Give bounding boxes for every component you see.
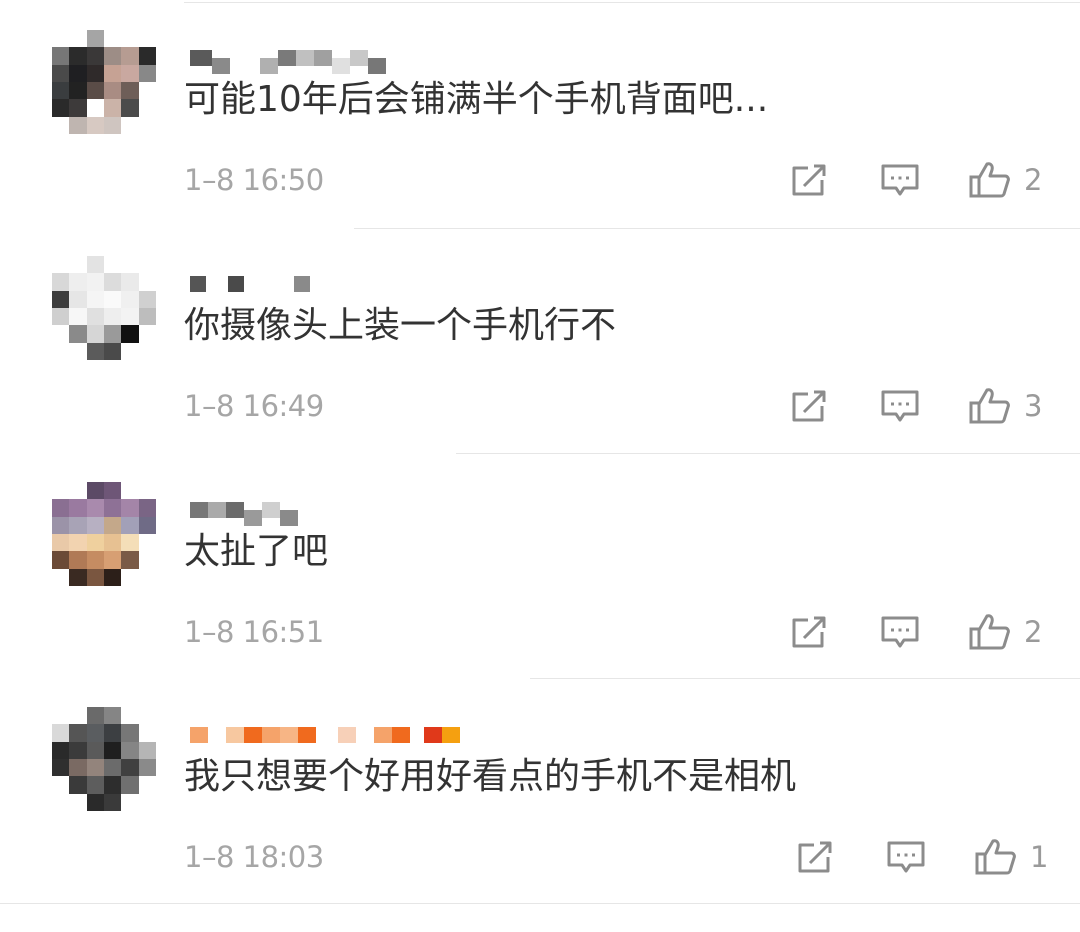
share-icon [792,164,826,196]
reply-button[interactable] [886,835,926,879]
divider [354,228,1080,229]
comment-text: 太扯了吧 [184,531,329,572]
username-blurred[interactable] [190,492,550,528]
like-count: 3 [1024,389,1043,423]
comment-bubble-icon [881,390,919,422]
comment-timestamp: 1–8 18:03 [184,840,324,874]
thumbs-up-icon [969,614,1010,650]
comment-item: 可能10年后会铺满半个手机背面吧... 1–8 16:50 2 [0,30,1080,255]
username-blurred[interactable] [190,40,550,76]
comment-text: 我只想要个好用好看点的手机不是相机 [184,756,797,797]
share-icon [798,841,832,873]
like-button[interactable]: 2 [968,610,1042,654]
divider [456,453,1080,454]
comment-timestamp: 1–8 16:49 [184,389,324,423]
share-button[interactable] [790,384,830,428]
comment-item: 我只想要个好用好看点的手机不是相机 1–8 18:03 1 [0,707,1080,932]
like-button[interactable]: 3 [968,384,1042,428]
share-icon [792,390,826,422]
thumbs-up-icon [969,162,1010,198]
like-button[interactable]: 1 [974,835,1048,879]
like-count: 2 [1024,615,1043,649]
username-blurred[interactable] [190,717,550,753]
reply-button[interactable] [880,384,920,428]
like-count: 2 [1024,163,1043,197]
avatar[interactable] [52,256,156,360]
thumbs-up-icon [975,839,1016,875]
reply-button[interactable] [880,158,920,202]
comment-item: 太扯了吧 1–8 16:51 2 [0,482,1080,707]
comment-timestamp: 1–8 16:50 [184,163,324,197]
comment-item: 你摄像头上装一个手机行不 1–8 16:49 3 [0,256,1080,481]
divider [184,2,1080,3]
comment-bubble-icon [887,841,925,873]
username-blurred[interactable] [190,266,550,302]
share-button[interactable] [796,835,836,879]
comment-bubble-icon [881,616,919,648]
share-button[interactable] [790,610,830,654]
divider [530,678,1080,679]
comment-bubble-icon [881,164,919,196]
share-icon [792,616,826,648]
avatar[interactable] [52,707,156,811]
divider [0,903,1080,904]
comment-timestamp: 1–8 16:51 [184,615,324,649]
avatar[interactable] [52,482,156,586]
share-button[interactable] [790,158,830,202]
thumbs-up-icon [969,388,1010,424]
avatar[interactable] [52,30,156,134]
like-button[interactable]: 2 [968,158,1042,202]
reply-button[interactable] [880,610,920,654]
comment-text: 可能10年后会铺满半个手机背面吧... [184,79,769,120]
comment-text: 你摄像头上装一个手机行不 [184,305,617,346]
like-count: 1 [1030,840,1049,874]
